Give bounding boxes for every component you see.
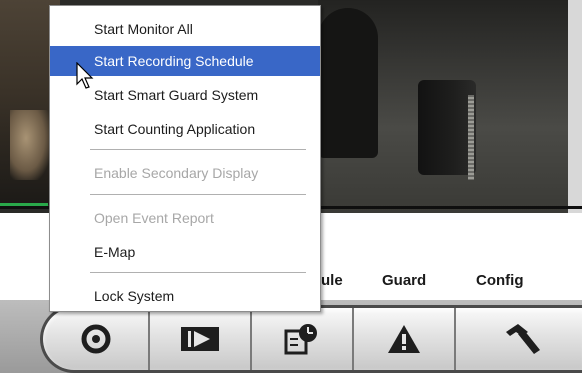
- config-button[interactable]: [456, 308, 582, 370]
- tab-config[interactable]: Config: [476, 272, 523, 289]
- menu-item-lock-system[interactable]: Lock System: [50, 281, 320, 311]
- menu-separator: [90, 194, 306, 195]
- schedule-button[interactable]: [252, 308, 354, 370]
- mouse-pointer-icon: [76, 62, 94, 89]
- alarm-button[interactable]: [354, 308, 456, 370]
- playback-icon: [181, 327, 219, 351]
- system-context-menu: Start Monitor All Start Recording Schedu…: [49, 5, 321, 312]
- tab-guard[interactable]: Guard: [382, 272, 426, 289]
- warning-icon: [388, 325, 420, 353]
- tab-schedule[interactable]: ule: [321, 272, 343, 289]
- camera-view-right: [318, 0, 582, 213]
- monitor-button[interactable]: [43, 308, 150, 370]
- menu-item-e-map[interactable]: E-Map: [50, 237, 320, 267]
- playback-button[interactable]: [150, 308, 252, 370]
- hammer-icon: [506, 324, 540, 354]
- menu-item-start-counting-application[interactable]: Start Counting Application: [50, 114, 320, 144]
- schedule-icon: [284, 324, 317, 355]
- menu-separator: [90, 149, 306, 150]
- target-icon: [81, 324, 110, 354]
- menu-separator: [90, 272, 306, 273]
- main-toolbar: [40, 305, 582, 373]
- menu-item-enable-secondary-display: Enable Secondary Display: [94, 165, 259, 181]
- menu-item-start-monitor-all[interactable]: Start Monitor All: [50, 14, 320, 44]
- menu-item-open-event-report: Open Event Report: [94, 210, 214, 226]
